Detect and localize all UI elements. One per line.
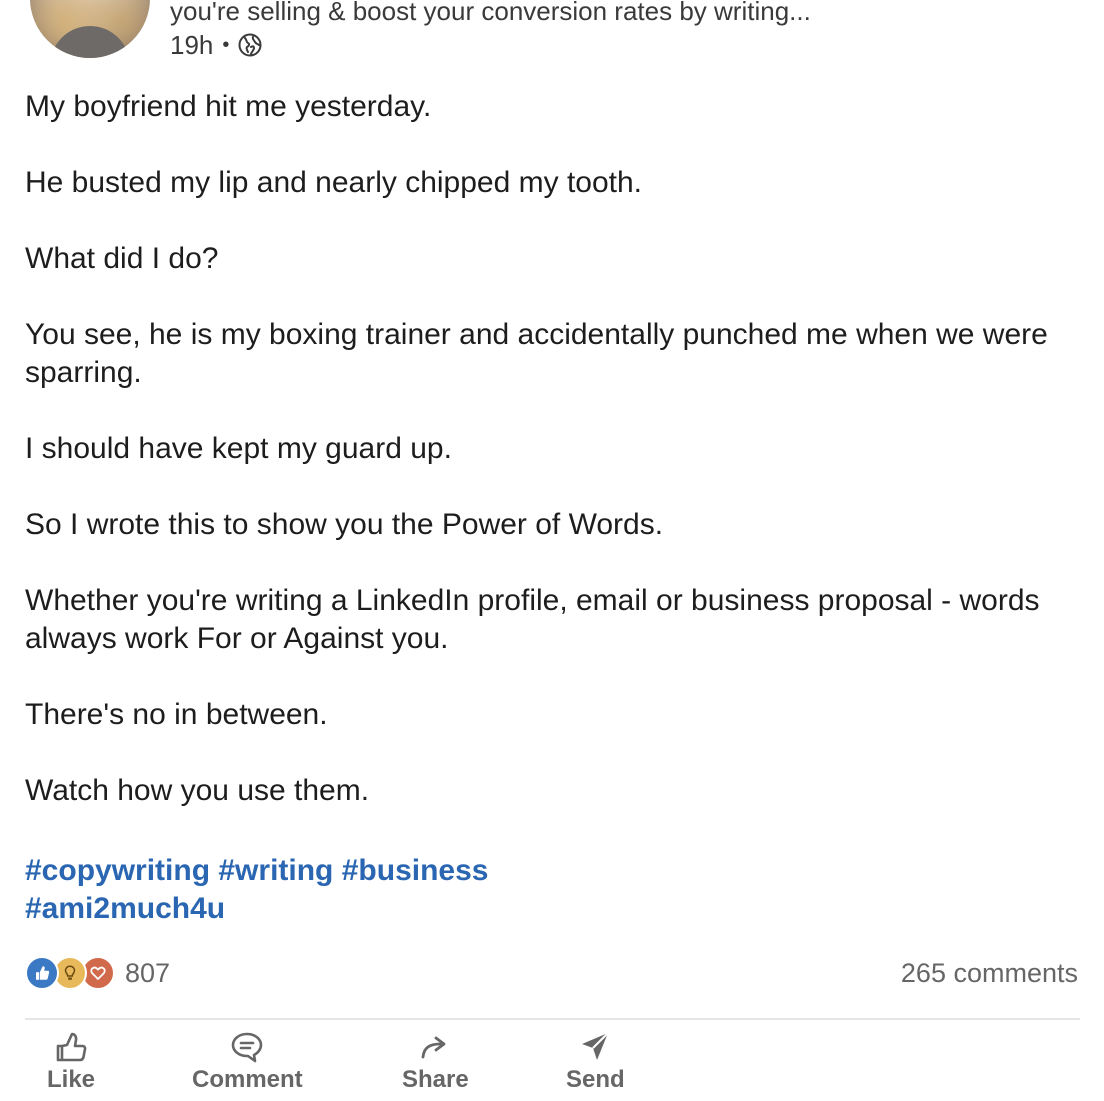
like-label: Like <box>47 1066 96 1093</box>
post-meta: 19h • <box>170 28 262 62</box>
comment-label: Comment <box>192 1066 303 1093</box>
post-paragraph: What did I do? <box>25 242 219 275</box>
post-paragraph: He busted my lip and nearly chipped my t… <box>25 166 643 199</box>
post-paragraph: Watch how you use them. <box>25 774 370 807</box>
hashtag-link[interactable]: #copywriting <box>25 854 210 887</box>
like-button[interactable]: Like <box>47 1030 95 1094</box>
hashtags: #copywriting #writing #business #ami2muc… <box>25 852 625 928</box>
meta-separator: • <box>222 34 230 56</box>
post-time: 19h <box>170 30 214 60</box>
hashtag-link[interactable]: #business <box>342 854 489 887</box>
comment-icon <box>232 1032 263 1063</box>
thumbs-up-icon <box>56 1032 87 1062</box>
send-button[interactable]: Send <box>566 1030 625 1094</box>
post-paragraph: My boyfriend hit me yesterday. <box>25 90 432 123</box>
post-paragraph: So I wrote this to show you the Power of… <box>25 508 664 541</box>
post-paragraph: Whether you're writing a LinkedIn profil… <box>25 584 1040 655</box>
post-paragraph: You see, he is my boxing trainer and acc… <box>25 318 1048 389</box>
author-headline: you're selling & boost your conversion r… <box>170 0 811 26</box>
like-icon <box>25 956 59 990</box>
send-label: Send <box>566 1066 625 1093</box>
globe-icon <box>238 33 262 57</box>
post-body: My boyfriend hit me yesterday. He busted… <box>25 88 1085 848</box>
share-label: Share <box>402 1066 469 1093</box>
comments-count-link[interactable]: 265 comments <box>901 956 1078 990</box>
post-paragraph: I should have kept my guard up. <box>25 432 452 465</box>
author-avatar[interactable] <box>30 0 150 58</box>
reaction-count: 807 <box>125 957 171 988</box>
divider <box>25 1018 1080 1020</box>
send-icon <box>582 1032 610 1060</box>
comment-button[interactable]: Comment <box>192 1030 303 1094</box>
reactions-summary[interactable]: 807 <box>25 956 170 990</box>
post-paragraph: There's no in between. <box>25 698 328 731</box>
hashtag-link[interactable]: #writing <box>218 854 333 887</box>
hashtag-link[interactable]: #ami2much4u <box>25 892 225 925</box>
share-arrow-icon <box>421 1036 446 1059</box>
share-button[interactable]: Share <box>402 1030 469 1094</box>
